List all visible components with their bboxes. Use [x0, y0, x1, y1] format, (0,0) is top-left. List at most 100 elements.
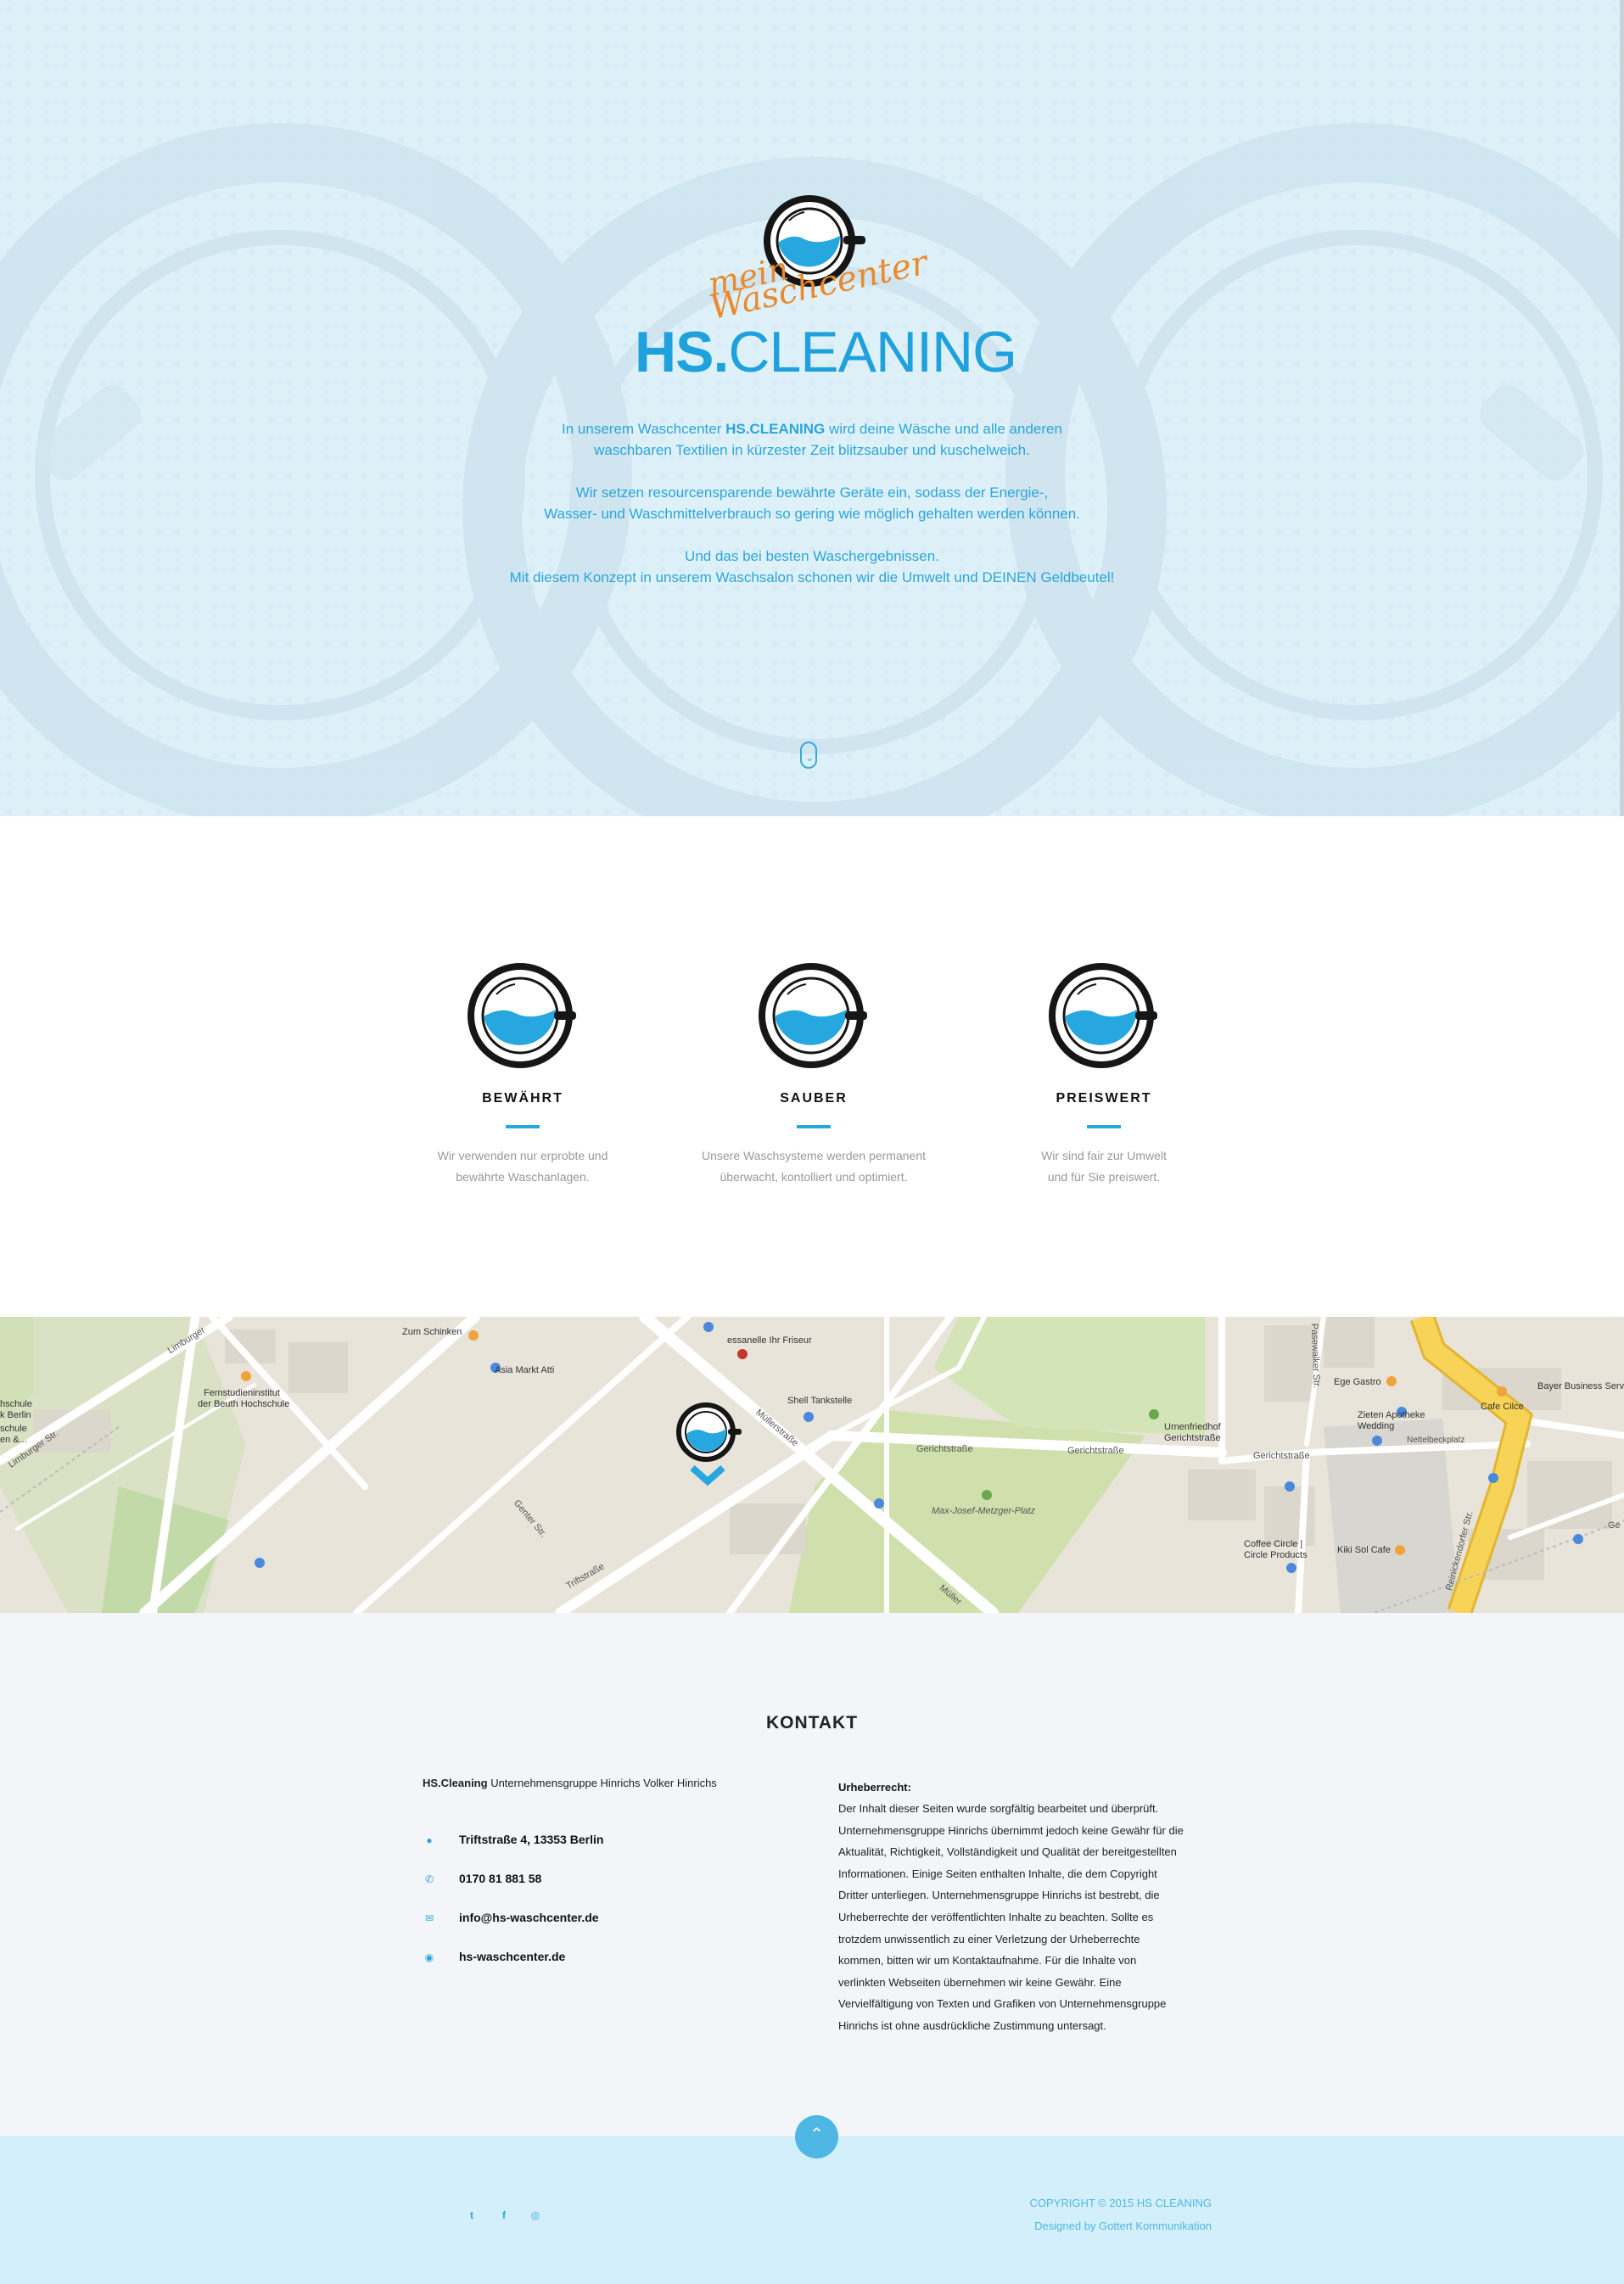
feature-description: Wir verwenden nur erprobte und bewährte W…: [378, 1145, 667, 1188]
copyright-line: Informationen. Einige Seiten enthalten I…: [838, 1867, 1157, 1880]
copyright-title: Urheberrecht:: [838, 1781, 911, 1794]
map-label-poi: Max-Josef-Metzger-Platz: [932, 1506, 1036, 1516]
feature-sauber: SAUBER Unsere Waschsysteme werden perman…: [669, 960, 958, 1188]
feature-desc-line1: Unsere Waschsysteme werden permanent: [701, 1149, 927, 1162]
map-marker-icon[interactable]: [675, 1402, 743, 1486]
feature-desc-line1: Wir verwenden nur erprobte und: [437, 1149, 608, 1162]
map-label-poi: Asia Markt Atti: [495, 1365, 555, 1375]
map-label-street: Gerichtstraße: [916, 1444, 973, 1454]
dribbble-icon[interactable]: ◎: [529, 2208, 542, 2222]
map-label-poi: Wedding: [1358, 1421, 1395, 1431]
company-owner: Unternehmensgruppe Hinrichs Volker Hinri…: [487, 1777, 717, 1789]
logo-wordmark: HS.CLEANING: [635, 319, 1017, 385]
hero-p3-line1: Und das bei besten Waschergebnissen.: [685, 548, 939, 564]
copyright-notice: Urheberrecht: Der Inhalt dieser Seiten w…: [838, 1777, 1212, 2037]
copyright-line: Hinrichs ist ohne ausdrückliche Zustimmu…: [838, 2018, 1106, 2032]
map-label-poi: Cafe Cilce: [1481, 1402, 1524, 1412]
hero-p2-line1: Wir setzen resourcensparende bewährte Ge…: [575, 484, 1049, 501]
map-label-poi: Kiki Sol Cafe: [1337, 1545, 1391, 1555]
map-label-poi: Coffee Circle |: [1244, 1539, 1303, 1549]
feature-bewaehrt: BEWÄHRT Wir verwenden nur erprobte und be…: [378, 960, 667, 1188]
feature-title: BEWÄHRT: [482, 1091, 563, 1106]
map-label-poi: Zieten Apotheke: [1358, 1410, 1425, 1420]
feature-desc-line2: und für Sie preiswert.: [1047, 1170, 1161, 1184]
email-link[interactable]: info@hs-waschcenter.de: [459, 1911, 599, 1924]
copyright-line: Unternehmensgruppe Hinrichs übernimmt je…: [838, 1823, 1184, 1837]
chevron-down-icon: ⌄: [805, 752, 815, 764]
contact-section: KONTAKT HS.Cleaning Unternehmensgruppe H…: [0, 1613, 1624, 2136]
globe-icon: ◉: [424, 1951, 434, 1963]
hero-p1-post: wird deine Wäsche und alle anderen: [825, 421, 1062, 437]
copyright-line: Aktualität, Richtigkeit, Vollständigkeit…: [838, 1845, 1177, 1859]
feature-divider: [506, 1125, 540, 1128]
hero-section: mein Waschcenter HS.CLEANING In unserem …: [0, 0, 1624, 816]
map-label-street: Gerichtstraße: [1067, 1446, 1124, 1456]
hero-paragraph-3: Und das bei besten Waschergebnissen. Mit…: [388, 546, 1236, 588]
copyright-line: Dritter unterliegen. Unternehmensgruppe …: [838, 1889, 1160, 1902]
copyright-line: trotzdem unwissentlich zu einer Verletzu…: [838, 1932, 1140, 1945]
feature-divider: [797, 1125, 831, 1128]
copyright-line: verlinkten Webseiten übernehmen wir kein…: [838, 1975, 1122, 1989]
map-canvas[interactable]: [0, 1317, 1624, 1613]
hero-p3-line2: Mit diesem Konzept in unserem Waschsalon…: [509, 569, 1115, 585]
copyright-line: kommen, bitten wir um Kontaktaufnahme. F…: [838, 1954, 1137, 1968]
feature-divider: [1087, 1125, 1121, 1128]
hero-p2-line2: Wasser- und Waschmittelverbrauch so geri…: [544, 506, 1080, 522]
map-label-poi: der Beuth Hochschule: [198, 1399, 290, 1409]
page-edge-divider: [1620, 0, 1624, 816]
chevron-up-icon: ⌃: [809, 2125, 824, 2144]
copyright-line: Urheberrechte der veröffentlichten Inhal…: [838, 1910, 1154, 1923]
feature-title: PREISWERT: [1056, 1091, 1152, 1106]
map-label-poi: en &...: [0, 1435, 27, 1445]
map-label-poi: Ege Gastro: [1334, 1377, 1381, 1387]
feature-desc-line2: bewährte Waschanlagen.: [456, 1170, 590, 1184]
hero-p1-line2: waschbaren Textilien in kürzester Zeit b…: [594, 442, 1030, 458]
twitter-icon[interactable]: t: [465, 2208, 479, 2222]
hero-paragraph-2: Wir setzen resourcensparende bewährte Ge…: [388, 482, 1236, 524]
feature-description: Wir sind fair zur Umwelt und für Sie prei…: [960, 1145, 1248, 1188]
copyright-line: Der Inhalt dieser Seiten wurde sorgfälti…: [838, 1802, 1159, 1815]
copyright-line: Vervielfältigung von Texten und Grafiken…: [838, 1997, 1167, 2011]
contact-title: KONTAKT: [765, 1713, 859, 1733]
logo-word-bold: HS.: [635, 320, 729, 384]
hero-background-image: [0, 0, 1624, 816]
map-label-poi: Circle Products: [1244, 1550, 1308, 1560]
map-label-poi: Shell Tankstelle: [787, 1396, 853, 1406]
map-label-poi: schule: [0, 1424, 27, 1434]
map-pin-icon: ●: [426, 1834, 433, 1846]
company-name: HS.Cleaning: [423, 1777, 488, 1789]
designer-credit-link[interactable]: Designed by Gottert Kommunikation: [1029, 2214, 1212, 2237]
copyright-line: COPYRIGHT © 2015 HS CLEANING: [1029, 2197, 1212, 2209]
scroll-down-button[interactable]: ⌄: [800, 742, 817, 769]
phone-icon: ✆: [424, 1873, 434, 1885]
map-label-poi: Fernstudieninstitut: [204, 1388, 280, 1398]
footer-credits: COPYRIGHT © 2015 HS CLEANING Designed by…: [1029, 2192, 1212, 2237]
feature-preiswert: PREISWERT Wir sind fair zur Umwelt und fü…: [960, 960, 1248, 1188]
hs-cleaning-logo[interactable]: mein Waschcenter HS.CLEANING: [628, 193, 1017, 389]
back-to-top-button[interactable]: ⌃: [795, 2115, 838, 2158]
hero-p1-brand: HS.CLEANING: [725, 421, 826, 437]
map-label-poi: Urnenfriedhof: [1164, 1422, 1221, 1432]
address-text: Triftstraße 4, 13353 Berlin: [459, 1833, 604, 1846]
phone-text[interactable]: 0170 81 881 58: [459, 1872, 541, 1885]
facebook-icon[interactable]: f: [497, 2208, 511, 2222]
map-label-poi: essanelle Ihr Friseur: [727, 1335, 812, 1346]
feature-title: SAUBER: [780, 1091, 848, 1106]
washing-drum-icon: [759, 960, 869, 1071]
envelope-icon: ✉: [424, 1912, 434, 1924]
map-label-poi: k Berlin: [0, 1410, 31, 1420]
logo-word-thin: CLEANING: [728, 320, 1017, 384]
location-map[interactable]: Zum Schinken Asia Markt Atti essanelle I…: [0, 1317, 1624, 1613]
feature-desc-line1: Wir sind fair zur Umwelt: [1041, 1149, 1167, 1162]
map-label-poi: hschule: [0, 1399, 32, 1409]
washing-drum-icon: [468, 960, 578, 1071]
feature-description: Unsere Waschsysteme werden permanent über…: [669, 1145, 958, 1188]
footer: ⌃ t f ◎ COPYRIGHT © 2015 HS CLEANING Des…: [0, 2115, 1624, 2284]
hero-paragraph-1: In unserem Waschcenter HS.CLEANING wird …: [388, 418, 1236, 461]
features-section: BEWÄHRT Wir verwenden nur erprobte und be…: [0, 816, 1624, 1317]
company-line: HS.Cleaning Unternehmensgruppe Hinrichs …: [423, 1777, 717, 1789]
map-label-street: Ge: [1608, 1520, 1621, 1531]
feature-desc-line2: überwacht, kontolliert und optimiert.: [720, 1170, 908, 1184]
website-link[interactable]: hs-waschcenter.de: [459, 1950, 565, 1963]
map-label-poi: Bayer Business Servi: [1537, 1381, 1624, 1391]
